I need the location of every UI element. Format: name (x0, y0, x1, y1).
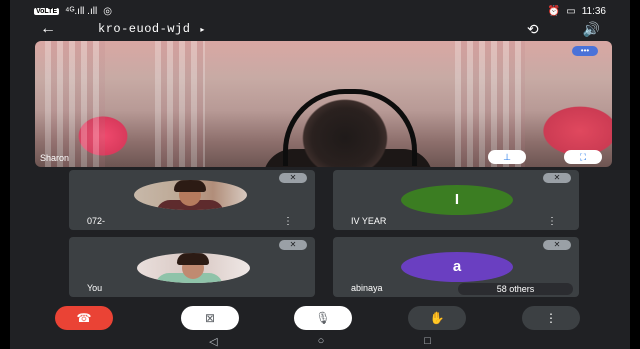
more-options-button[interactable]: ⋮ (522, 306, 580, 330)
more-vert-icon[interactable]: ⋮ (547, 216, 557, 227)
participant-name: You (87, 283, 103, 293)
mic-off-icon: ✕ (279, 240, 307, 250)
curtain (155, 41, 205, 167)
curtain (45, 41, 105, 167)
avatar: I (401, 185, 513, 215)
meeting-code[interactable]: kro-euod-wjd (98, 22, 190, 36)
avatar (137, 253, 250, 283)
end-call-icon: ☎ (76, 311, 92, 325)
avatar: a (401, 252, 513, 282)
participant-name: Sharon (40, 153, 70, 163)
battery-icon: ▭ (566, 5, 576, 17)
participant-name: abinaya (351, 283, 383, 293)
end-call-button[interactable]: ☎ (55, 306, 113, 330)
camera-icon: ◎ (103, 5, 112, 17)
meeting-top-bar: ← kro-euod-wjd ▸ ⟲ 🔊 (10, 18, 630, 40)
back-arrow-icon[interactable]: ← (40, 20, 56, 38)
signal-icon: ⁴ᴳ.ıll .ıll (65, 5, 98, 17)
mic-off-icon: ✕ (279, 173, 307, 183)
raise-hand-button[interactable]: ✋ (408, 306, 466, 330)
volte-chip: VoLTE (34, 7, 60, 15)
caret-right-icon[interactable]: ▸ (200, 25, 204, 34)
raise-hand-icon: ✋ (429, 311, 445, 325)
letterbox-right (630, 0, 640, 349)
avatar (134, 180, 247, 210)
more-options-button[interactable]: ••• (572, 46, 598, 56)
more-vert-icon: ⋮ (545, 311, 557, 325)
switch-camera-icon[interactable]: ⟲ (527, 21, 539, 38)
fullscreen-icon[interactable]: ⛶ (564, 150, 602, 164)
pin-icon[interactable]: ⊥ (488, 150, 526, 164)
participant-name: 072- (87, 216, 106, 226)
clock: 11:36 (581, 5, 606, 17)
nav-recents-icon[interactable]: □ (424, 335, 431, 347)
others-count-button[interactable]: 58 others (458, 283, 573, 295)
nav-back-icon[interactable]: ◁ (209, 335, 217, 348)
participant-tile[interactable]: ✕ I IV YEAR ⋮ (333, 170, 579, 230)
mic-off-icon: ✕ (543, 240, 571, 250)
call-controls: ☎ ⊠ 🎙 ✋ ⋮ (10, 306, 630, 332)
more-vert-icon[interactable]: ⋮ (283, 216, 293, 227)
main-video-feed[interactable]: ••• Sharon ⊥ ⛶ (35, 41, 612, 167)
mic-off-icon: ✕ (543, 173, 571, 183)
alarm-icon: ⏰ (547, 5, 561, 17)
mic-off-icon: 🎙 (315, 311, 331, 325)
participant-tile[interactable]: ✕ 072- ⋮ (69, 170, 315, 230)
speaker-icon[interactable]: 🔊 (583, 21, 600, 38)
mic-toggle-button[interactable]: 🎙 (294, 306, 352, 330)
nav-home-icon[interactable]: ○ (318, 335, 325, 347)
android-nav-bar: ◁ ○ □ (10, 333, 630, 349)
camera-toggle-button[interactable]: ⊠ (181, 306, 239, 330)
participant-tile[interactable]: ✕ a abinaya 58 others (333, 237, 579, 297)
participant-tile[interactable]: ✕ You (69, 237, 315, 297)
curtain (455, 41, 525, 167)
camera-off-icon: ⊠ (204, 311, 216, 325)
letterbox-left (0, 0, 10, 349)
participant-name: IV YEAR (351, 216, 387, 226)
